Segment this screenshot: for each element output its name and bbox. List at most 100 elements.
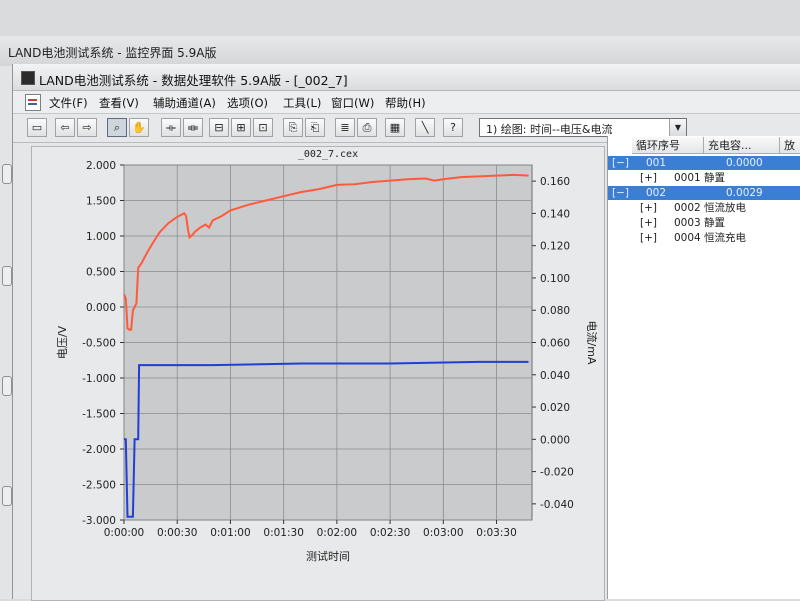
tree-row-label: 001 xyxy=(646,157,667,169)
help-button[interactable]: ? xyxy=(443,118,463,137)
tree-row-label: 0002 恒流放电 xyxy=(674,202,747,214)
tree-row[interactable]: [−] 002 0.0029 xyxy=(608,186,800,200)
x-axis-label: 测试时间 xyxy=(306,550,350,563)
tree-row-value: 0.0029 xyxy=(726,187,763,199)
fit-height-button[interactable]: ⊞ xyxy=(231,118,251,137)
fit-all-button[interactable]: ⊡ xyxy=(253,118,273,137)
x-tick-label: 0:00:00 xyxy=(104,527,144,539)
print-icon: ⎙ xyxy=(362,121,372,134)
copy-button[interactable]: ⎘ xyxy=(283,118,303,137)
layer-icon: ≣ xyxy=(340,121,350,134)
y-tick-label: 0.500 xyxy=(86,267,116,279)
tree-toggle[interactable]: [−] xyxy=(612,156,629,170)
plot-select-value: 1) 绘图: 时间--电压&电流 xyxy=(486,123,613,136)
menu-help[interactable]: 帮助(H) xyxy=(385,95,426,111)
forward-button[interactable]: ⇨ xyxy=(77,118,97,137)
tree-row[interactable]: [+] 0001 静置 xyxy=(608,171,800,185)
side-tab[interactable] xyxy=(2,266,12,286)
tree-row[interactable]: [+] 0004 恒流充电 xyxy=(608,231,800,245)
y-tick-label: 1.000 xyxy=(86,231,116,243)
grid-button[interactable]: ▦ xyxy=(385,118,405,137)
menu-window[interactable]: 窗口(W) xyxy=(331,95,374,111)
h-expand-icon: ⟚ xyxy=(187,121,199,134)
y2-tick-label: 0.060 xyxy=(540,338,570,350)
cycle-tree-pane[interactable]: 循环序号 充电容... 放 [−] 001 0.0000 [+] 0001 静置 [−] 0… xyxy=(607,136,800,599)
y2-axis-label: 电流/mA xyxy=(585,321,599,365)
fit-width-icon: ⊟ xyxy=(214,121,224,134)
menu-bar: 文件(F) 查看(V) 辅助通道(A) 选项(O) 工具(L) 窗口(W) 帮助… xyxy=(13,91,800,114)
back-button[interactable]: ⇦ xyxy=(55,118,75,137)
h-compress-button[interactable]: ⟛ xyxy=(161,118,181,137)
curve-icon: ╲ xyxy=(421,121,429,134)
forward-arrow-icon: ⇨ xyxy=(82,121,92,134)
tree-toggle[interactable]: [−] xyxy=(612,186,629,200)
y2-tick-label: 0.040 xyxy=(540,370,570,382)
menu-view[interactable]: 查看(V) xyxy=(99,95,139,111)
open-icon: ▭ xyxy=(31,121,43,134)
data-processing-window: LAND电池测试系统 - 数据处理软件 5.9A版 - [_002_7] 文件(… xyxy=(12,64,800,601)
menu-options[interactable]: 选项(O) xyxy=(227,95,268,111)
tree-row-label: 0003 静置 xyxy=(674,217,726,229)
y-tick-label: 2.000 xyxy=(86,160,116,172)
menu-file[interactable]: 文件(F) xyxy=(49,95,88,111)
document-icon[interactable] xyxy=(25,94,41,111)
tree-row-label: 002 xyxy=(646,187,667,199)
x-tick-label: 0:03:00 xyxy=(423,527,463,539)
y-tick-label: -0.500 xyxy=(82,338,116,350)
side-tab[interactable] xyxy=(2,376,12,396)
x-tick-label: 0:01:00 xyxy=(210,527,250,539)
open-button[interactable]: ▭ xyxy=(27,118,47,137)
column-header-charge-capacity[interactable]: 充电容... xyxy=(704,137,780,154)
tree-row[interactable]: [−] 001 0.0000 xyxy=(608,156,800,170)
y-tick-label: -1.500 xyxy=(82,409,116,421)
side-tab[interactable] xyxy=(2,486,12,506)
tree-toggle[interactable]: [+] xyxy=(640,201,657,215)
print-button[interactable]: ⎙ xyxy=(357,118,377,137)
h-expand-button[interactable]: ⟚ xyxy=(183,118,203,137)
y2-tick-label: 0.100 xyxy=(540,273,570,285)
y-tick-label: -2.500 xyxy=(82,480,116,492)
plot-pane[interactable]: _002_7.cex 2.000 1.500 1.000 0.500 0.000 -0.50… xyxy=(31,146,605,601)
copy-icon: ⎘ xyxy=(288,121,298,134)
y-tick-label: -3.000 xyxy=(82,515,116,527)
window-titlebar[interactable]: LAND电池测试系统 - 数据处理软件 5.9A版 - [_002_7] xyxy=(13,64,800,91)
paste-icon: ⎗ xyxy=(310,121,320,134)
layer-button[interactable]: ≣ xyxy=(335,118,355,137)
chart-title: _002_7.cex xyxy=(298,149,358,160)
tree-toggle[interactable]: [+] xyxy=(640,216,657,230)
grid-icon: ▦ xyxy=(389,121,401,134)
voltage-current-chart[interactable]: _002_7.cex 2.000 1.500 1.000 0.500 0.000 -0.50… xyxy=(32,147,604,600)
chevron-down-icon[interactable]: ▼ xyxy=(669,119,686,136)
tree-toggle[interactable]: [+] xyxy=(640,171,657,185)
tree-row[interactable]: [+] 0002 恒流放电 xyxy=(608,201,800,215)
pan-button[interactable]: ✋ xyxy=(129,118,149,137)
y2-tick-label: 0.140 xyxy=(540,208,570,220)
column-header-discharge[interactable]: 放 xyxy=(780,137,800,154)
menu-tools[interactable]: 工具(L) xyxy=(283,95,321,111)
x-tick-label: 0:01:30 xyxy=(263,527,303,539)
y2-tick-label: -0.040 xyxy=(540,499,574,511)
y2-tick-label: 0.020 xyxy=(540,402,570,414)
fit-width-button[interactable]: ⊟ xyxy=(209,118,229,137)
plot-select-dropdown[interactable]: 1) 绘图: 时间--电压&电流 ▼ xyxy=(479,118,687,137)
curve-button[interactable]: ╲ xyxy=(415,118,435,137)
tree-toggle[interactable]: [+] xyxy=(640,231,657,245)
y-tick-label: -2.000 xyxy=(82,444,116,456)
zoom-button[interactable]: ⌕ xyxy=(107,118,127,137)
menu-aux-channel[interactable]: 辅助通道(A) xyxy=(153,95,216,111)
background-window-title: LAND电池测试系统 - 监控界面 5.9A版 xyxy=(8,46,217,60)
background-window-titlebar[interactable]: LAND电池测试系统 - 监控界面 5.9A版 xyxy=(0,36,800,67)
h-compress-icon: ⟛ xyxy=(166,121,176,134)
help-icon: ? xyxy=(450,121,456,134)
window-title: LAND电池测试系统 - 数据处理软件 5.9A版 - [_002_7] xyxy=(39,73,348,88)
tree-row[interactable]: [+] 0003 静置 xyxy=(608,216,800,230)
column-header-cycle[interactable]: 循环序号 xyxy=(632,137,704,154)
side-tab[interactable] xyxy=(2,164,12,184)
hand-pan-icon: ✋ xyxy=(132,121,146,134)
x-tick-label: 0:00:30 xyxy=(157,527,197,539)
paste-button[interactable]: ⎗ xyxy=(305,118,325,137)
y-tick-label: 0.000 xyxy=(86,302,116,314)
x-tick-label: 0:02:30 xyxy=(370,527,410,539)
y2-tick-label: 0.000 xyxy=(540,434,570,446)
tree-row-label: 0001 静置 xyxy=(674,172,726,184)
